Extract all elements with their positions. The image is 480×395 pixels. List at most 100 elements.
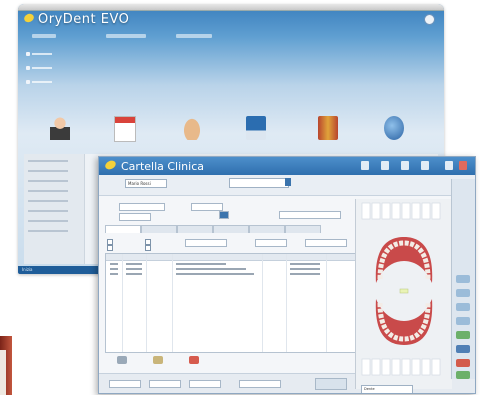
list-item[interactable] bbox=[28, 180, 68, 182]
background-window-fragment bbox=[0, 350, 6, 395]
type-field[interactable] bbox=[119, 213, 151, 221]
sidebar-item-icon bbox=[26, 66, 30, 70]
tool-button[interactable] bbox=[456, 303, 470, 311]
note-button[interactable] bbox=[143, 355, 173, 371]
tool-button[interactable] bbox=[456, 317, 470, 325]
tile-agenda[interactable] bbox=[104, 116, 144, 156]
filter-select[interactable] bbox=[185, 239, 227, 247]
back-list bbox=[24, 154, 85, 264]
tool-button[interactable] bbox=[456, 345, 470, 353]
tab-payments[interactable] bbox=[249, 225, 285, 233]
tool-button[interactable] bbox=[456, 275, 470, 283]
footer-field[interactable] bbox=[239, 380, 281, 388]
odontogram-panel bbox=[355, 199, 452, 389]
list-item[interactable] bbox=[28, 170, 68, 172]
back-sidebar-item-3[interactable] bbox=[26, 80, 66, 84]
back-sidebar-item-1[interactable] bbox=[26, 52, 66, 56]
row-cell bbox=[290, 273, 320, 275]
search-input[interactable] bbox=[229, 178, 289, 188]
settings-icon[interactable] bbox=[424, 14, 435, 25]
save-icon bbox=[246, 116, 266, 140]
list-item[interactable] bbox=[28, 160, 68, 162]
row-cell bbox=[176, 263, 226, 265]
list-item[interactable] bbox=[28, 230, 68, 232]
back-menu-item-2[interactable] bbox=[106, 34, 146, 38]
toolbar-camera-icon[interactable] bbox=[401, 161, 409, 170]
orydent-logo-icon bbox=[22, 12, 36, 24]
minimize-icon[interactable] bbox=[445, 161, 453, 170]
tile-patients[interactable] bbox=[40, 116, 80, 156]
patient-name: Mario Rossi bbox=[128, 181, 151, 186]
list-item[interactable] bbox=[28, 190, 68, 192]
back-window-title: OryDent EVO bbox=[38, 12, 130, 27]
doctor-field[interactable] bbox=[191, 203, 223, 211]
tile-archive[interactable] bbox=[236, 116, 276, 156]
tab-documents[interactable] bbox=[285, 225, 321, 233]
tools-panel bbox=[451, 179, 475, 379]
footer-field[interactable] bbox=[189, 380, 221, 388]
row-cell bbox=[290, 268, 320, 270]
sidebar-item-label bbox=[32, 81, 52, 83]
toolbar-tooth-icon[interactable] bbox=[361, 161, 369, 170]
row-cell bbox=[126, 263, 142, 265]
row-cell bbox=[110, 273, 118, 275]
footer-field[interactable] bbox=[109, 380, 141, 388]
confirm-button[interactable] bbox=[315, 378, 347, 390]
start-button[interactable]: Inizia bbox=[22, 267, 33, 272]
folder-icon bbox=[318, 116, 338, 140]
tool-button[interactable] bbox=[456, 371, 470, 379]
delete-button[interactable] bbox=[179, 355, 209, 371]
print-icon bbox=[117, 356, 127, 364]
filter-checkbox[interactable] bbox=[107, 245, 113, 251]
list-item[interactable] bbox=[28, 200, 68, 202]
back-titlebar bbox=[18, 4, 444, 11]
front-titlebar: Cartella Clinica bbox=[99, 157, 475, 175]
back-menu-item-3[interactable] bbox=[176, 34, 212, 38]
tab-images[interactable] bbox=[213, 225, 249, 233]
close-icon[interactable] bbox=[459, 161, 467, 170]
filter-select[interactable] bbox=[305, 239, 347, 247]
date-field[interactable] bbox=[119, 203, 165, 211]
tab-diary[interactable] bbox=[105, 225, 141, 233]
table-row[interactable] bbox=[106, 262, 356, 266]
tile-web[interactable] bbox=[374, 116, 414, 156]
back-menu-item-1[interactable] bbox=[32, 34, 56, 38]
tool-button[interactable] bbox=[456, 289, 470, 297]
hand-icon bbox=[182, 116, 202, 140]
tab-plans[interactable] bbox=[141, 225, 177, 233]
action-bar bbox=[105, 355, 355, 371]
toolbar-help-icon[interactable] bbox=[421, 161, 429, 170]
footer-field[interactable] bbox=[149, 380, 181, 388]
table-row[interactable] bbox=[106, 272, 356, 276]
table-row[interactable] bbox=[106, 267, 356, 271]
filter-select[interactable] bbox=[255, 239, 287, 247]
back-sidebar-item-2[interactable] bbox=[26, 66, 66, 70]
row-cell bbox=[126, 273, 142, 275]
tooth-select[interactable]: Dente bbox=[361, 385, 413, 393]
upper-tooth-row bbox=[361, 202, 441, 220]
calendar-icon bbox=[114, 116, 136, 142]
dropdown-toggle-icon[interactable] bbox=[219, 211, 229, 219]
table-header bbox=[106, 254, 356, 261]
row-cell bbox=[176, 268, 246, 270]
print-button[interactable] bbox=[107, 355, 137, 371]
search-icon[interactable] bbox=[285, 178, 291, 186]
toolbar-print-icon[interactable] bbox=[381, 161, 389, 170]
filter-checkbox[interactable] bbox=[145, 245, 151, 251]
tool-button[interactable] bbox=[456, 359, 470, 367]
sidebar-item-label bbox=[32, 53, 52, 55]
lower-tooth-row bbox=[361, 358, 441, 376]
row-cell bbox=[110, 268, 118, 270]
row-cell bbox=[290, 263, 320, 265]
delete-icon bbox=[189, 356, 199, 364]
tab-anamnesis[interactable] bbox=[177, 225, 213, 233]
list-item[interactable] bbox=[28, 220, 68, 222]
front-window-title: Cartella Clinica bbox=[121, 160, 204, 173]
patient-name-field[interactable]: Mario Rossi bbox=[125, 179, 167, 188]
orydent-logo-icon bbox=[103, 159, 118, 171]
tool-button[interactable] bbox=[456, 331, 470, 339]
notes-field[interactable] bbox=[279, 211, 341, 219]
tile-documents[interactable] bbox=[308, 116, 348, 156]
tile-treatments[interactable] bbox=[172, 116, 212, 156]
list-item[interactable] bbox=[28, 210, 68, 212]
